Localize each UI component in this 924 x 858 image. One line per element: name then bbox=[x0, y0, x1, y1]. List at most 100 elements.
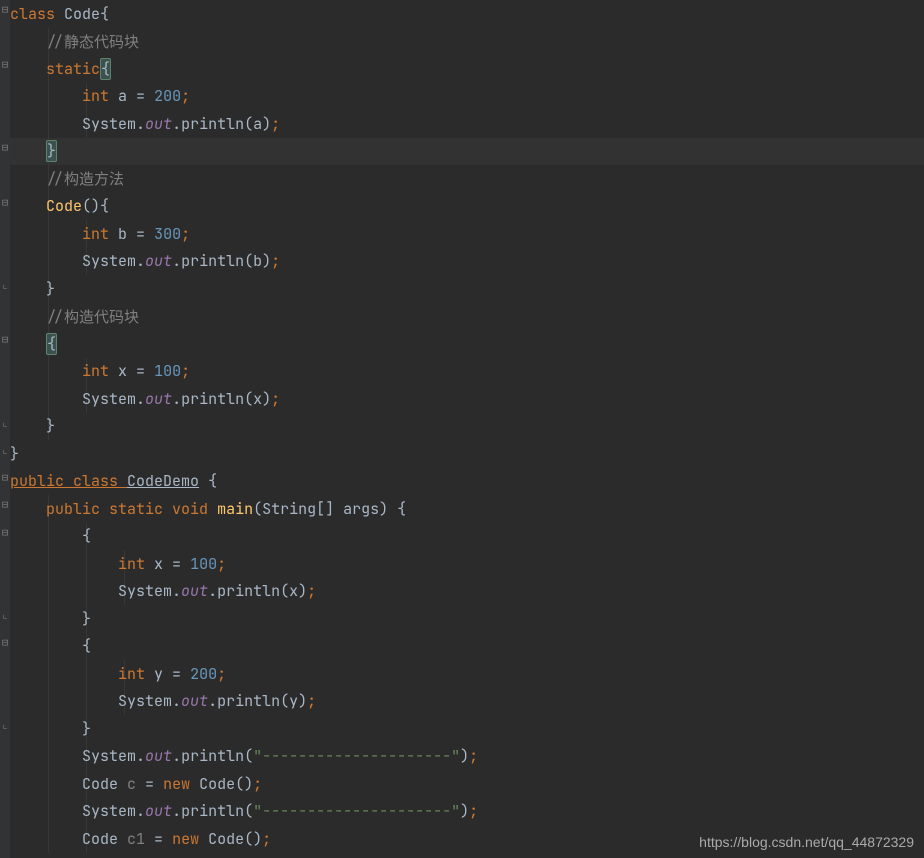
gutter-fold-icon[interactable]: ⊟ bbox=[0, 55, 10, 75]
operator-eq: = bbox=[172, 554, 190, 574]
code-lines[interactable]: class Code{ //静态代码块 static{ int a = 200;… bbox=[10, 0, 924, 853]
gutter-fold-end-icon: ⌞ bbox=[0, 715, 10, 735]
type-string: String bbox=[262, 499, 316, 519]
code-line[interactable]: //静态代码块 bbox=[10, 28, 924, 56]
gutter-fold-icon[interactable]: ⊟ bbox=[0, 330, 10, 350]
code-line[interactable]: int a = 200; bbox=[10, 83, 924, 111]
type-code: Code bbox=[82, 774, 127, 794]
string-literal: "---------------------" bbox=[253, 746, 460, 766]
code-line[interactable]: } bbox=[10, 413, 924, 441]
watermark-text: https://blog.csdn.net/qq_44872329 bbox=[699, 834, 914, 850]
gutter-fold-icon[interactable]: ⊟ bbox=[0, 495, 10, 515]
space bbox=[199, 471, 208, 491]
paren-open: ( bbox=[244, 389, 253, 409]
code-line[interactable]: //构造方法 bbox=[10, 165, 924, 193]
code-line[interactable]: System.out.println("--------------------… bbox=[10, 743, 924, 771]
semicolon: ; bbox=[253, 774, 262, 794]
class-name: Code bbox=[64, 4, 100, 24]
var-x: x bbox=[289, 581, 298, 601]
paren-close: ) bbox=[460, 801, 469, 821]
paren-open: ( bbox=[253, 499, 262, 519]
gutter-fold-end-icon: ⌞ bbox=[0, 275, 10, 295]
code-line[interactable]: int y = 200; bbox=[10, 660, 924, 688]
operator-eq: = bbox=[154, 829, 172, 849]
gutter-fold-icon[interactable]: ⊟ bbox=[0, 193, 10, 213]
brace-open: { bbox=[208, 471, 217, 491]
keyword-int: int bbox=[82, 86, 118, 106]
dot: . bbox=[172, 801, 181, 821]
keyword-int: int bbox=[82, 361, 118, 381]
semicolon: ; bbox=[262, 829, 271, 849]
var-a: a bbox=[253, 114, 262, 134]
gutter-fold-icon[interactable]: ⊟ bbox=[0, 523, 10, 543]
keyword-static: static bbox=[109, 499, 172, 519]
code-line[interactable]: } bbox=[10, 275, 924, 303]
code-line[interactable]: System.out.println("--------------------… bbox=[10, 798, 924, 826]
constructor-name: Code bbox=[46, 196, 82, 216]
code-line[interactable]: System.out.println(y); bbox=[10, 688, 924, 716]
code-line[interactable]: System.out.println(a); bbox=[10, 110, 924, 138]
gutter-fold-icon[interactable]: ⊟ bbox=[0, 0, 10, 20]
method-println: println bbox=[181, 389, 244, 409]
code-line[interactable]: int x = 100; bbox=[10, 358, 924, 386]
code-line[interactable]: Code c = new Code(); bbox=[10, 770, 924, 798]
code-line[interactable]: System.out.println(x); bbox=[10, 385, 924, 413]
gutter-fold-end-icon: ⌞ bbox=[0, 605, 10, 625]
code-line[interactable]: System.out.println(b); bbox=[10, 248, 924, 276]
class-ref-system: System bbox=[82, 114, 136, 134]
field-out: out bbox=[181, 581, 208, 601]
paren-close: ) bbox=[379, 499, 397, 519]
gutter-fold-icon[interactable]: ⊟ bbox=[0, 468, 10, 488]
code-line[interactable]: { bbox=[10, 523, 924, 551]
paren-open: ( bbox=[280, 691, 289, 711]
method-println: println bbox=[217, 581, 280, 601]
brace-close: } bbox=[82, 609, 91, 629]
code-line[interactable]: int x = 100; bbox=[10, 550, 924, 578]
comment: //构造代码块 bbox=[46, 307, 139, 327]
ctor-code: Code bbox=[199, 774, 235, 794]
paren-close: ) bbox=[298, 581, 307, 601]
semicolon: ; bbox=[469, 801, 478, 821]
code-line[interactable]: Code(){ bbox=[10, 193, 924, 221]
param-args: args bbox=[343, 499, 379, 519]
class-ref-system: System bbox=[118, 691, 172, 711]
paren-close: ) bbox=[262, 251, 271, 271]
class-ref-system: System bbox=[118, 581, 172, 601]
code-line[interactable]: public class CodeDemo { bbox=[10, 468, 924, 496]
code-line[interactable]: System.out.println(x); bbox=[10, 578, 924, 606]
paren-open: ( bbox=[244, 801, 253, 821]
code-line-current[interactable]: } bbox=[10, 138, 924, 166]
code-line[interactable]: class Code{ bbox=[10, 0, 924, 28]
semicolon: ; bbox=[181, 361, 190, 381]
parens: () bbox=[244, 829, 262, 849]
code-editor[interactable]: ⊟ ⊟ ⊟ ⊟ ⌞ ⊟ ⌞ ⌞ ⊟ ⊟ ⊟ ⌞ ⊟ ⌞ class Code{ … bbox=[0, 0, 924, 858]
class-name-codedemo: CodeDemo bbox=[127, 471, 199, 491]
class-ref-system: System bbox=[82, 251, 136, 271]
semicolon: ; bbox=[271, 114, 280, 134]
code-line[interactable]: { bbox=[10, 330, 924, 358]
code-line[interactable]: public static void main(String[] args) { bbox=[10, 495, 924, 523]
var-b: b bbox=[253, 251, 262, 271]
field-out: out bbox=[181, 691, 208, 711]
code-line[interactable]: int b = 300; bbox=[10, 220, 924, 248]
gutter-fold-icon[interactable]: ⊟ bbox=[0, 633, 10, 653]
operator-eq: = bbox=[136, 86, 154, 106]
code-line[interactable]: { bbox=[10, 633, 924, 661]
code-line[interactable]: } bbox=[10, 605, 924, 633]
brace-open: { bbox=[82, 636, 91, 656]
code-line[interactable]: //构造代码块 bbox=[10, 303, 924, 331]
dot: . bbox=[136, 746, 145, 766]
semicolon: ; bbox=[469, 746, 478, 766]
keyword-new: new bbox=[172, 829, 208, 849]
code-line[interactable]: } bbox=[10, 440, 924, 468]
number-literal: 300 bbox=[154, 224, 181, 244]
dot: . bbox=[172, 581, 181, 601]
var-x: x bbox=[118, 361, 136, 381]
paren-close: ) bbox=[262, 389, 271, 409]
code-line[interactable]: } bbox=[10, 715, 924, 743]
brace-open: { bbox=[100, 196, 109, 216]
gutter-fold-end-icon: ⌞ bbox=[0, 440, 10, 460]
keyword-int: int bbox=[82, 224, 118, 244]
paren-close: ) bbox=[298, 691, 307, 711]
code-line[interactable]: static{ bbox=[10, 55, 924, 83]
